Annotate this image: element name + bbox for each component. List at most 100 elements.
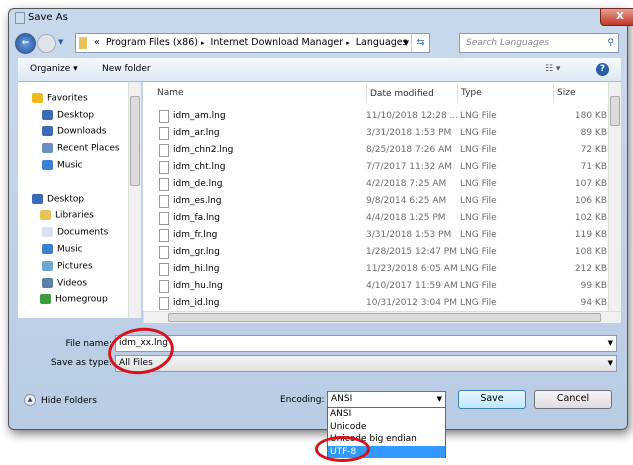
close-button[interactable]: X [600, 8, 633, 26]
file-date: 7/7/2017 11:32 AM [366, 162, 453, 172]
nav-item[interactable]: Homegroup [40, 294, 108, 305]
chevron-down-icon[interactable]: ▼ [608, 356, 613, 370]
nav-item-label: Recent Places [57, 143, 120, 154]
column-header-name[interactable]: Name [157, 88, 184, 98]
nav-item[interactable]: Desktop [32, 194, 84, 205]
file-date: 3/31/2018 1:53 PM [366, 230, 452, 240]
file-icon [159, 263, 169, 276]
refresh-icon[interactable]: ⇆ [411, 34, 429, 52]
save-as-type-select[interactable]: All Files ▼ [115, 355, 617, 372]
file-name-input[interactable]: idm_xx.lng ▼ [115, 335, 617, 352]
file-row[interactable]: idm_chn2.lng 8/25/2018 7:26 AM LNG File 72 … [143, 142, 608, 159]
recent-icon [42, 143, 53, 153]
file-icon [159, 195, 169, 208]
back-button[interactable]: ← [15, 33, 36, 54]
encoding-option-unicode[interactable]: Unicode [328, 421, 445, 434]
nav-item[interactable]: Music [42, 160, 83, 171]
nav-item[interactable]: Documents [42, 227, 108, 238]
new-folder-button[interactable]: New folder [102, 64, 151, 74]
nav-item[interactable]: Downloads [42, 126, 106, 137]
file-type: LNG File [460, 298, 497, 308]
nav-scrollbar[interactable] [128, 82, 141, 318]
nav-item[interactable]: Pictures [42, 261, 93, 272]
nav-item[interactable]: Music [42, 244, 83, 255]
nav-item-label: Libraries [55, 210, 94, 221]
file-row[interactable]: idm_hi.lng 11/23/2018 6:05 AM LNG File 212 … [143, 261, 608, 278]
column-header-type[interactable]: Type [457, 84, 482, 102]
file-row[interactable]: idm_am.lng 11/10/2018 12:28 ... LNG File 18… [143, 108, 608, 125]
file-size: 108 KB [574, 247, 607, 257]
file-icon [159, 280, 169, 293]
chevron-down-icon[interactable]: ▼ [608, 336, 613, 350]
file-icon [159, 297, 169, 310]
nav-item[interactable]: Videos [42, 278, 87, 289]
downloads-icon [42, 126, 53, 136]
hide-folders-icon[interactable]: ▲ [24, 394, 36, 406]
documents-icon [42, 227, 53, 237]
file-date: 1/28/2015 12:47 PM [366, 247, 457, 257]
file-name: idm_gr.lng [173, 247, 220, 257]
file-row[interactable]: idm_hu.lng 4/10/2017 11:59 AM LNG File 99 K… [143, 278, 608, 295]
file-size: 107 KB [574, 179, 607, 189]
search-icon[interactable]: ⚲ [607, 34, 614, 52]
file-list-hscrollbar[interactable] [143, 311, 621, 323]
recent-pages-icon[interactable]: ▼ [58, 38, 63, 46]
encoding-select[interactable]: ANSI ▼ [327, 391, 446, 408]
column-header-size[interactable]: Size [553, 84, 575, 102]
address-dropdown-icon[interactable]: ▼ [404, 34, 409, 52]
file-row[interactable]: idm_de.lng 4/2/2018 7:25 AM LNG File 107 KB [143, 176, 608, 193]
nav-item[interactable]: Favorites [32, 93, 88, 104]
change-view-button[interactable]: ☷ ▾ [545, 64, 560, 74]
file-size: 94 KB [580, 298, 607, 308]
navigation-pane: Favorites Desktop Downloads Recent Places Mu… [18, 82, 142, 318]
file-row[interactable]: idm_cht.lng 7/7/2017 11:32 AM LNG File 71 K… [143, 159, 608, 176]
toolbar: Organize ▾ New folder ☷ ▾ ? [18, 58, 621, 82]
address-bar[interactable]: « Program Files (x86) ▸ Internet Downloa… [75, 33, 430, 53]
file-row[interactable]: idm_gr.lng 1/28/2015 12:47 PM LNG File 108 … [143, 244, 608, 261]
forward-button[interactable] [37, 34, 56, 53]
file-type: LNG File [460, 162, 497, 172]
file-date: 4/4/2018 1:25 PM [366, 213, 446, 223]
file-icon [159, 110, 169, 123]
breadcrumb-separator[interactable]: ▸ [201, 39, 205, 47]
breadcrumb-item[interactable]: Program Files (x86) [106, 37, 198, 48]
breadcrumb-overflow[interactable]: « [94, 37, 100, 48]
breadcrumb-item[interactable]: Internet Download Manager [211, 37, 344, 48]
file-row[interactable]: idm_es.lng 9/8/2014 6:25 AM LNG File 106 KB [143, 193, 608, 210]
nav-item[interactable]: Recent Places [42, 143, 120, 154]
homegroup-icon [40, 294, 51, 304]
breadcrumb-separator[interactable]: ▸ [346, 39, 350, 47]
cancel-button[interactable]: Cancel [534, 390, 612, 409]
file-row[interactable]: idm_fa.lng 4/4/2018 1:25 PM LNG File 102 KB [143, 210, 608, 227]
annotation-circle [315, 436, 370, 462]
file-list: Name Date modified Type Size idm_am.lng 1… [143, 82, 621, 323]
chevron-down-icon[interactable]: ▼ [437, 392, 442, 406]
help-button[interactable]: ? [596, 63, 609, 76]
file-type: LNG File [460, 196, 497, 206]
file-row[interactable]: idm_id.lng 10/31/2012 3:04 PM LNG File 94 K… [143, 295, 608, 312]
nav-item[interactable]: Desktop [42, 110, 94, 121]
file-type: LNG File [460, 213, 497, 223]
file-row[interactable]: idm_fr.lng 3/31/2018 1:53 PM LNG File 119 K… [143, 227, 608, 244]
nav-item[interactable]: Libraries [40, 210, 94, 221]
file-size: 212 KB [574, 264, 607, 274]
encoding-option-ansi[interactable]: ANSI [328, 408, 445, 421]
nav-item-label: Music [57, 244, 83, 255]
file-row[interactable]: idm_ar.lng 3/31/2018 1:53 PM LNG File 89 KB [143, 125, 608, 142]
column-header-date[interactable]: Date modified [366, 84, 434, 102]
file-type: LNG File [460, 281, 497, 291]
breadcrumb-item[interactable]: Languages [356, 37, 408, 48]
search-input[interactable]: Search Languages ⚲ [459, 33, 619, 53]
hide-folders-button[interactable]: Hide Folders [41, 396, 97, 406]
save-button[interactable]: Save [458, 390, 526, 409]
organize-button[interactable]: Organize ▾ [30, 64, 78, 74]
file-name: idm_ar.lng [173, 128, 220, 138]
file-list-vscrollbar[interactable] [608, 82, 621, 312]
file-name-label: File name: [65, 339, 112, 349]
file-date: 9/8/2014 6:25 AM [366, 196, 447, 206]
file-name: idm_id.lng [173, 298, 220, 308]
file-type: LNG File [460, 145, 497, 155]
file-date: 8/25/2018 7:26 AM [366, 145, 453, 155]
file-size: 106 KB [574, 196, 607, 206]
file-date: 4/2/2018 7:25 AM [366, 179, 447, 189]
